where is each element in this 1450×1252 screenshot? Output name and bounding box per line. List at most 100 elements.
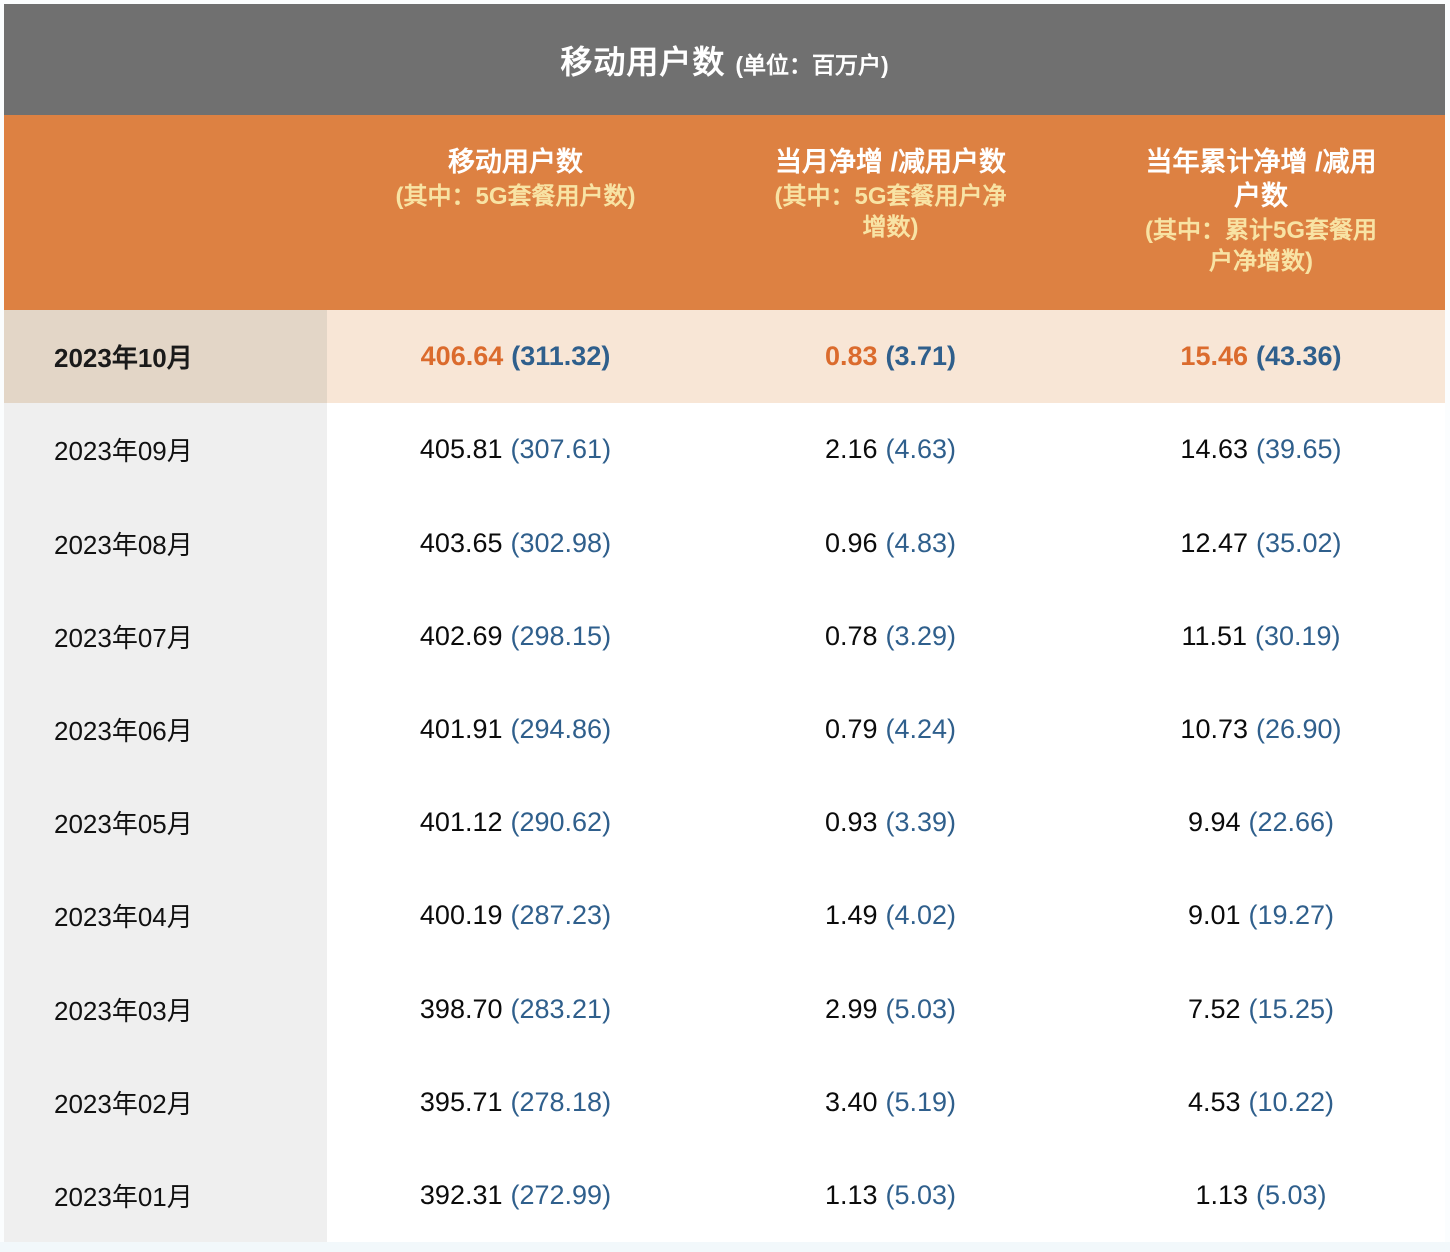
yearly-cumulative-cell: 4.53 (10.22): [1077, 1056, 1445, 1149]
monthly-net-5g-value: (4.83): [885, 527, 957, 558]
yearly-cumulative-5g-value: (39.65): [1256, 434, 1342, 465]
yearly-cumulative-value: 15.46: [1180, 341, 1248, 372]
mobile-users-value: 401.91: [419, 713, 503, 744]
row-month-label: 2023年09月: [4, 403, 327, 497]
monthly-net-5g-value: (3.29): [885, 620, 957, 651]
monthly-net-5g-value: (4.24): [885, 713, 957, 744]
yearly-cumulative-cell: 12.47 (35.02): [1077, 496, 1445, 589]
header-monthly-net-sub: (其中：5G套餐用户净增数): [774, 183, 1007, 241]
monthly-net-5g-value: (4.63): [885, 434, 957, 465]
yearly-cumulative-value: 4.53: [1187, 1086, 1241, 1117]
monthly-net-value: 2.16: [824, 434, 878, 465]
monthly-net-5g-value: (5.03): [885, 993, 957, 1024]
mobile-users-5g-value: (278.18): [510, 1086, 612, 1117]
yearly-cumulative-value: 11.51: [1181, 620, 1247, 651]
row-month-label: 2023年06月: [4, 682, 327, 777]
yearly-cumulative-value: 14.63: [1180, 434, 1248, 465]
monthly-net-5g-value: (3.71): [885, 341, 957, 372]
table-row: 2023年08月 403.65 (302.98) 0.96 (4.83) 12.…: [4, 496, 1445, 590]
yearly-cumulative-5g-value: (22.66): [1248, 807, 1335, 838]
mobile-users-5g-value: (287.23): [510, 900, 612, 931]
monthly-net-value: 2.99: [824, 993, 878, 1024]
monthly-net-cell: 0.93 (3.39): [704, 776, 1077, 869]
monthly-net-cell: 2.16 (4.63): [704, 403, 1077, 496]
table-title-bar: 移动用户数 (单位：百万户): [4, 4, 1445, 115]
mobile-users-cell: 403.65 (302.98): [327, 496, 704, 589]
monthly-net-value: 0.79: [824, 713, 878, 744]
mobile-users-value: 405.81: [419, 434, 503, 465]
mobile-users-cell: 405.81 (307.61): [327, 403, 704, 496]
table-title-unit: (单位：百万户): [735, 51, 889, 78]
monthly-net-cell: 0.78 (3.29): [704, 590, 1077, 683]
mobile-users-5g-value: (294.86): [510, 713, 612, 744]
table-body: 2023年10月 406.64 (311.32) 0.83 (3.71) 15.…: [4, 310, 1445, 1243]
header-mobile-users-main: 移动用户数: [448, 147, 583, 177]
header-monthly-net-main: 当月净增 /减用户数: [774, 147, 1006, 177]
mobile-users-5g-value: (302.98): [510, 527, 612, 558]
table-row: 2023年06月 401.91 (294.86) 0.79 (4.24) 10.…: [4, 682, 1445, 777]
monthly-net-value: 0.96: [824, 527, 878, 558]
yearly-cumulative-cell: 1.13 (5.03): [1077, 1149, 1445, 1242]
monthly-net-5g-value: (5.03): [885, 1179, 957, 1210]
mobile-users-value: 395.71: [419, 1086, 503, 1117]
yearly-cumulative-value: 12.47: [1180, 527, 1248, 558]
header-yearly-cumulative: 当年累计净增 /减用户数 (其中：累计5G套餐用户净增数): [1077, 115, 1445, 310]
mobile-users-cell: 398.70 (283.21): [327, 962, 704, 1055]
bottom-strip: [0, 1242, 1450, 1252]
monthly-net-value: 3.40: [824, 1086, 878, 1117]
mobile-users-5g-value: (298.15): [510, 620, 612, 651]
yearly-cumulative-value: 7.52: [1187, 993, 1241, 1024]
header-yearly-cumulative-main: 当年累计净增 /减用户数: [1145, 147, 1377, 211]
mobile-users-value: 398.70: [419, 993, 503, 1024]
row-month-label: 2023年04月: [4, 869, 327, 963]
monthly-net-cell: 1.13 (5.03): [704, 1149, 1077, 1242]
yearly-cumulative-cell: 10.73 (26.90): [1077, 683, 1445, 776]
monthly-net-cell: 0.79 (4.24): [704, 683, 1077, 776]
yearly-cumulative-5g-value: (30.19): [1255, 620, 1341, 651]
mobile-users-value: 406.64: [420, 341, 504, 372]
monthly-net-5g-value: (5.19): [885, 1086, 957, 1117]
monthly-net-value: 1.13: [824, 1179, 878, 1210]
monthly-net-value: 0.83: [824, 341, 878, 372]
monthly-net-5g-value: (4.02): [885, 900, 957, 931]
table-row: 2023年01月 392.31 (272.99) 1.13 (5.03) 1.1…: [4, 1148, 1445, 1243]
mobile-users-5g-value: (272.99): [510, 1179, 612, 1210]
row-month-label: 2023年03月: [4, 962, 327, 1056]
yearly-cumulative-cell: 9.01 (19.27): [1077, 869, 1445, 962]
monthly-net-value: 1.49: [824, 900, 878, 931]
mobile-users-table: 移动用户数 (单位：百万户) 移动用户数 (其中：5G套餐用户数) 当月净增 /…: [4, 4, 1445, 1243]
mobile-users-value: 392.31: [419, 1179, 503, 1210]
mobile-users-5g-value: (283.21): [510, 993, 612, 1024]
mobile-users-cell: 400.19 (287.23): [327, 869, 704, 962]
monthly-net-value: 0.93: [824, 807, 878, 838]
monthly-net-cell: 1.49 (4.02): [704, 869, 1077, 962]
yearly-cumulative-value: 9.94: [1187, 807, 1241, 838]
row-month-label: 2023年01月: [4, 1148, 327, 1243]
header-mobile-users-sub: (其中：5G套餐用户数): [395, 183, 636, 210]
table-title: 移动用户数: [560, 43, 726, 80]
table-row: 2023年10月 406.64 (311.32) 0.83 (3.71) 15.…: [4, 310, 1445, 404]
mobile-users-cell: 392.31 (272.99): [327, 1149, 704, 1242]
yearly-cumulative-cell: 14.63 (39.65): [1077, 403, 1445, 496]
table-row: 2023年02月 395.71 (278.18) 3.40 (5.19) 4.5…: [4, 1055, 1445, 1149]
monthly-net-5g-value: (3.39): [885, 807, 957, 838]
yearly-cumulative-value: 1.13: [1195, 1179, 1248, 1210]
mobile-users-cell: 402.69 (298.15): [327, 590, 704, 683]
yearly-cumulative-5g-value: (26.90): [1256, 713, 1342, 744]
yearly-cumulative-cell: 9.94 (22.66): [1077, 776, 1445, 869]
row-month-label: 2023年10月: [4, 310, 327, 404]
yearly-cumulative-5g-value: (5.03): [1256, 1179, 1327, 1210]
header-month-column: [4, 115, 327, 310]
mobile-users-5g-value: (290.62): [510, 807, 612, 838]
table-row: 2023年05月 401.12 (290.62) 0.93 (3.39) 9.9…: [4, 776, 1445, 870]
yearly-cumulative-5g-value: (19.27): [1248, 900, 1335, 931]
yearly-cumulative-5g-value: (10.22): [1248, 1086, 1335, 1117]
mobile-users-5g-value: (311.32): [511, 341, 611, 372]
header-mobile-users: 移动用户数 (其中：5G套餐用户数): [327, 115, 704, 310]
table-header-row: 移动用户数 (其中：5G套餐用户数) 当月净增 /减用户数 (其中：5G套餐用户…: [4, 115, 1445, 310]
yearly-cumulative-5g-value: (35.02): [1256, 527, 1342, 558]
mobile-users-value: 400.19: [419, 900, 503, 931]
monthly-net-cell: 0.83 (3.71): [704, 310, 1077, 403]
row-month-label: 2023年07月: [4, 589, 327, 683]
monthly-net-cell: 2.99 (5.03): [704, 962, 1077, 1055]
